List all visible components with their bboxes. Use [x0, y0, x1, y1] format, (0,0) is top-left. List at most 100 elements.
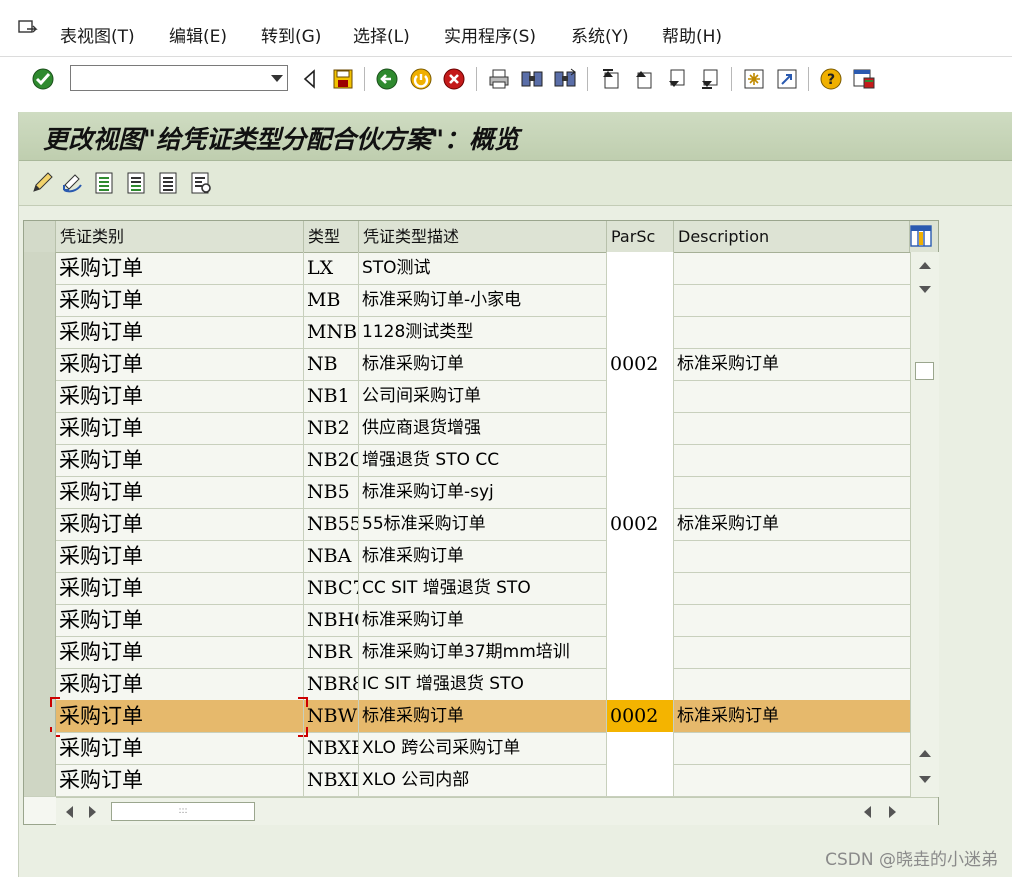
scroll-down-icon[interactable]	[919, 776, 931, 783]
menu-selection[interactable]: 选择(L)	[353, 22, 410, 47]
next-page-icon[interactable]	[664, 66, 690, 92]
details-icon[interactable]	[189, 171, 213, 195]
row-selector[interactable]	[24, 508, 56, 540]
row-selector[interactable]	[24, 636, 56, 668]
table-row[interactable]: 采购订单 NBR 标准采购订单37期mm培训	[24, 636, 910, 669]
select-block-icon[interactable]	[125, 171, 149, 195]
menu-table-view[interactable]: 表视图(T)	[60, 22, 135, 47]
cell-parsc[interactable]	[607, 284, 674, 316]
menu-utilities[interactable]: 实用程序(S)	[444, 22, 536, 47]
scroll-down-icon[interactable]	[919, 286, 931, 293]
table-settings-icon[interactable]	[910, 225, 932, 247]
cell-parsc[interactable]	[607, 636, 674, 668]
help-icon[interactable]: ?	[818, 66, 844, 92]
row-selector[interactable]	[24, 604, 56, 636]
menu-edit[interactable]: 编辑(E)	[169, 22, 227, 47]
find-icon[interactable]	[519, 66, 545, 92]
cell-parsc[interactable]: 0002	[607, 508, 674, 540]
table-row[interactable]: 采购订单 NB2C 增强退货 STO CC	[24, 444, 910, 477]
horizontal-scroll-thumb[interactable]: :::	[111, 802, 255, 821]
table-row[interactable]: 采购订单 NBR8 IC SIT 增强退货 STO	[24, 668, 910, 701]
cell-parsc[interactable]: 0002	[607, 348, 674, 380]
cell-parsc[interactable]	[607, 412, 674, 444]
menu-list-icon[interactable]	[18, 20, 38, 36]
cell-parsc[interactable]	[607, 444, 674, 476]
row-selector[interactable]	[24, 732, 56, 764]
change-display-icon[interactable]	[31, 171, 55, 195]
scroll-left-icon[interactable]	[66, 806, 73, 818]
cell-parsc[interactable]	[607, 316, 674, 348]
layout-menu-icon[interactable]	[851, 66, 877, 92]
scroll-right-icon[interactable]	[889, 806, 896, 818]
deselect-all-icon[interactable]	[157, 171, 181, 195]
row-selector[interactable]	[24, 540, 56, 572]
table-row[interactable]: 采购订单 NB5 标准采购订单-syj	[24, 476, 910, 509]
table-row[interactable]: 采购订单 NB2 供应商退货增强	[24, 412, 910, 445]
last-page-icon[interactable]	[697, 66, 723, 92]
row-selector[interactable]	[24, 668, 56, 700]
row-selector[interactable]	[24, 316, 56, 348]
table-row[interactable]: 采购订单 NB55 55标准采购订单 0002 标准采购订单	[24, 508, 910, 541]
table-row[interactable]: 采购订单 NBA 标准采购订单	[24, 540, 910, 573]
cell-parsc[interactable]	[607, 476, 674, 508]
cell-parsc[interactable]	[607, 732, 674, 764]
table-row[interactable]: 采购订单 LX STO测试	[24, 252, 910, 285]
cell-parsc[interactable]	[607, 668, 674, 700]
select-all-icon[interactable]	[93, 171, 117, 195]
column-header-type-description[interactable]: 凭证类型描述	[359, 221, 607, 252]
scroll-up-icon[interactable]	[919, 262, 931, 269]
table-row[interactable]: 采购订单 MB 标准采购订单-小家电	[24, 284, 910, 317]
back-green-icon[interactable]	[374, 66, 400, 92]
undo-change-icon[interactable]	[61, 171, 85, 195]
row-selector[interactable]	[24, 284, 56, 316]
row-selector[interactable]	[24, 764, 56, 796]
menu-goto[interactable]: 转到(G)	[261, 22, 321, 47]
command-field[interactable]	[70, 65, 288, 91]
row-selector[interactable]	[24, 380, 56, 412]
exit-icon[interactable]	[408, 66, 434, 92]
cell-parsc[interactable]	[607, 604, 674, 636]
table-row[interactable]: 采购订单 NB 标准采购订单 0002 标准采购订单	[24, 348, 910, 381]
command-input[interactable]	[73, 68, 262, 88]
find-next-icon[interactable]	[552, 66, 578, 92]
row-selector[interactable]	[24, 252, 56, 284]
back-icon[interactable]	[296, 66, 322, 92]
cancel-icon[interactable]	[441, 66, 467, 92]
menu-help[interactable]: 帮助(H)	[662, 22, 722, 47]
table-row[interactable]: 采购订单 NBW 标准采购订单 0002 标准采购订单	[24, 697, 910, 737]
table-row[interactable]: 采购订单 NBC7 CC SIT 增强退货 STO	[24, 572, 910, 605]
cell-parsc[interactable]	[607, 252, 674, 284]
select-all-rows-button[interactable]	[24, 221, 56, 252]
save-icon[interactable]	[330, 66, 356, 92]
table-row[interactable]: 采购订单 MNB 1128测试类型	[24, 316, 910, 349]
previous-page-icon[interactable]	[631, 66, 657, 92]
column-header-description[interactable]: Description	[674, 221, 910, 252]
column-header-parsc[interactable]: ParSc	[607, 221, 674, 252]
cell-parsc[interactable]	[607, 572, 674, 604]
horizontal-scrollbar[interactable]: :::	[56, 797, 938, 825]
scroll-up-icon[interactable]	[919, 750, 931, 757]
cell-parsc[interactable]	[607, 764, 674, 796]
enter-icon[interactable]	[30, 66, 56, 92]
row-selector[interactable]	[24, 348, 56, 380]
row-selector[interactable]	[24, 476, 56, 508]
table-row[interactable]: 采购订单NBHG标准采购订单	[24, 604, 910, 637]
table-row[interactable]: 采购订单 NB1 公司间采购订单	[24, 380, 910, 413]
shortcut-icon[interactable]	[774, 66, 800, 92]
scroll-left-icon[interactable]	[864, 806, 871, 818]
vertical-scrollbar[interactable]	[910, 252, 939, 797]
column-header-doc-category[interactable]: 凭证类别	[56, 221, 304, 252]
row-selector[interactable]	[24, 412, 56, 444]
row-selector[interactable]	[24, 572, 56, 604]
vertical-scroll-thumb[interactable]	[915, 362, 934, 380]
table-row[interactable]: 采购订单 NBXI XLO 公司内部	[24, 764, 910, 797]
first-page-icon[interactable]	[598, 66, 624, 92]
row-selector[interactable]	[24, 444, 56, 476]
column-header-type[interactable]: 类型	[304, 221, 359, 252]
menu-system[interactable]: 系统(Y)	[571, 22, 629, 47]
scroll-right-icon[interactable]	[89, 806, 96, 818]
print-icon[interactable]	[486, 66, 512, 92]
cell-parsc[interactable]: 0002	[607, 700, 674, 732]
create-session-icon[interactable]	[741, 66, 767, 92]
chevron-down-icon[interactable]	[271, 75, 283, 82]
